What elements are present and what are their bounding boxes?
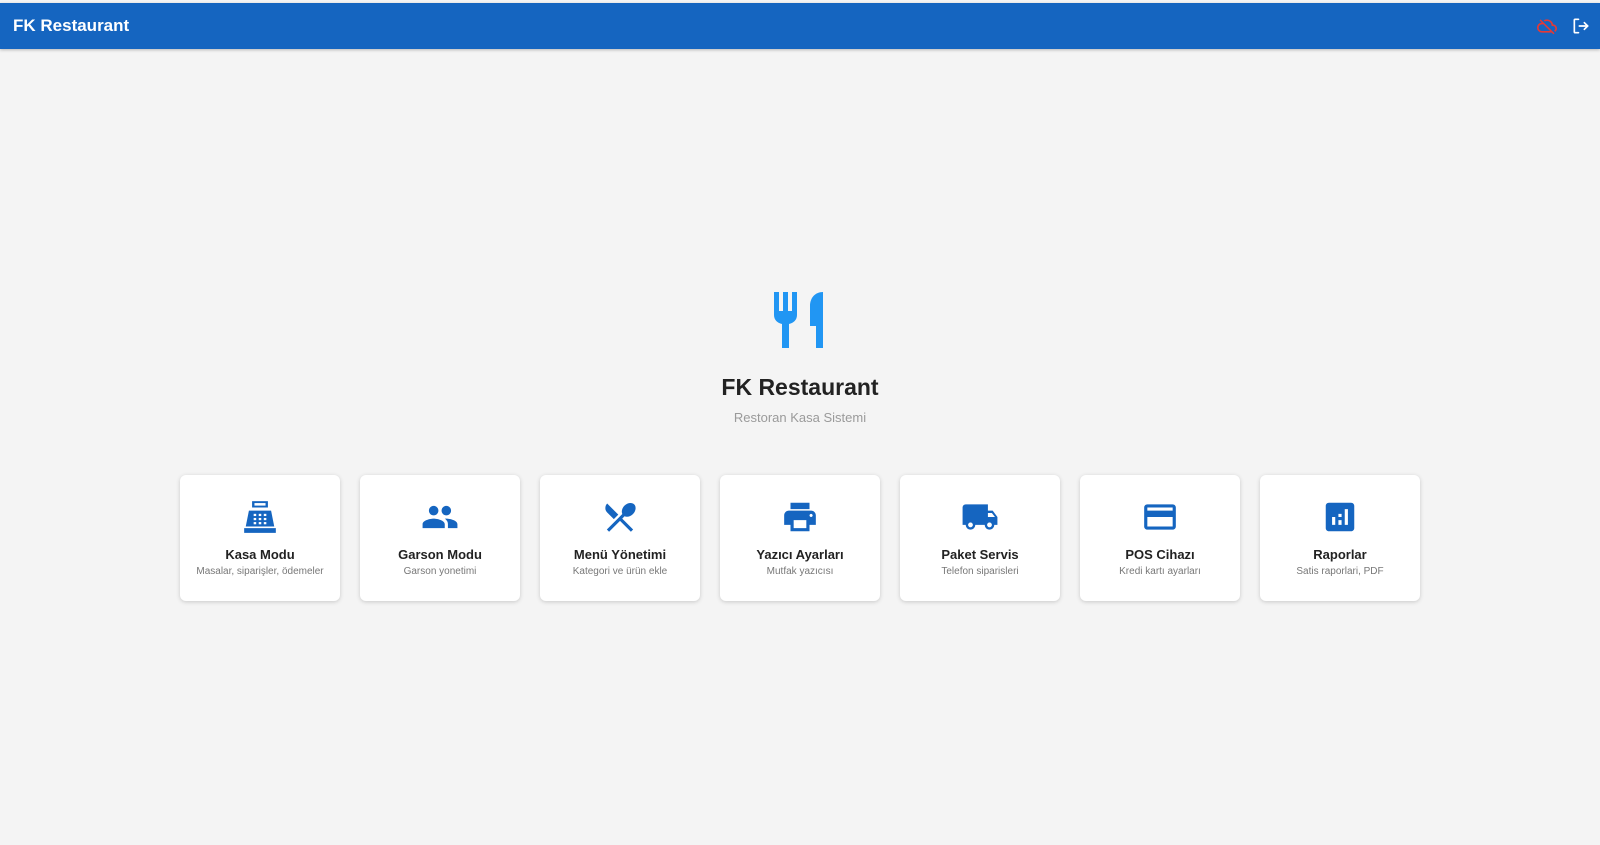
card-title: Menü Yönetimi — [573, 547, 667, 562]
card-menu-yonetimi[interactable]: Menü Yönetimi Kategori ve ürün ekle — [540, 475, 700, 601]
card-title: Paket Servis — [941, 547, 1019, 562]
card-title: Garson Modu — [398, 547, 482, 562]
cash-register-icon — [240, 497, 280, 537]
card-desc: Mutfak yazıcısı — [766, 566, 834, 577]
card-title: Raporlar — [1313, 547, 1367, 562]
people-icon — [420, 497, 460, 537]
card-desc: Kredi kartı ayarları — [1119, 566, 1201, 577]
card-yazici-ayarlari[interactable]: Yazıcı Ayarları Mutfak yazıcısı — [720, 475, 880, 601]
card-title: Kasa Modu — [225, 547, 295, 562]
app-title: FK Restaurant — [13, 16, 130, 35]
card-paket-servis[interactable]: Paket Servis Telefon siparisleri — [900, 475, 1060, 601]
hero-subtitle: Restoran Kasa Sistemi — [733, 410, 867, 425]
app-bar: FK Restaurant — [0, 3, 1600, 49]
card-desc: Telefon siparisleri — [941, 566, 1019, 577]
card-desc: Masalar, siparişler, ödemeler — [196, 566, 324, 577]
cloud-off-icon[interactable] — [1536, 15, 1558, 37]
card-title: Yazıcı Ayarları — [756, 547, 844, 562]
hero-title: FK Restaurant — [721, 374, 879, 400]
module-cards: Kasa Modu Masalar, siparişler, ödemeler … — [180, 475, 1420, 601]
app-bar-actions — [1536, 15, 1592, 37]
bar-chart-icon — [1320, 497, 1360, 537]
hero: FK Restaurant Restoran Kasa Sistemi — [0, 290, 1600, 425]
utensils-icon — [600, 497, 640, 537]
printer-icon — [780, 497, 820, 537]
truck-icon — [960, 497, 1000, 537]
card-desc: Kategori ve ürün ekle — [572, 566, 668, 577]
card-kasa-modu[interactable]: Kasa Modu Masalar, siparişler, ödemeler — [180, 475, 340, 601]
card-pos-cihazi[interactable]: POS Cihazı Kredi kartı ayarları — [1080, 475, 1240, 601]
credit-card-icon — [1140, 497, 1180, 537]
logout-icon[interactable] — [1570, 15, 1592, 37]
card-garson-modu[interactable]: Garson Modu Garson yonetimi — [360, 475, 520, 601]
card-raporlar[interactable]: Raporlar Satis raporlari, PDF — [1260, 475, 1420, 601]
card-title: POS Cihazı — [1125, 547, 1195, 562]
card-desc: Garson yonetimi — [403, 566, 477, 577]
card-desc: Satis raporlari, PDF — [1296, 566, 1384, 577]
restaurant-icon — [772, 290, 828, 350]
